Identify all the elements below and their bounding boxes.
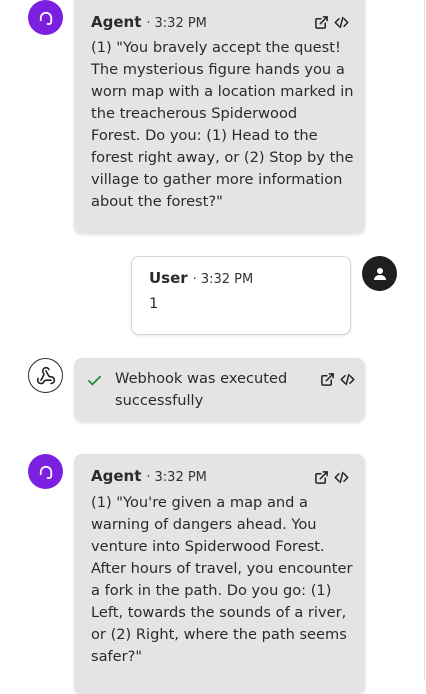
text-line: forest right away, or (2) Stop by the <box>91 149 354 166</box>
text-line: Webhook was executed <box>115 370 288 387</box>
text-line: safer?" <box>91 648 143 665</box>
text-line: village to gather more information <box>91 171 343 188</box>
external-link-icon[interactable] <box>314 470 329 485</box>
text-line: successfully <box>115 392 204 409</box>
separator-dot: · <box>146 16 151 31</box>
message-header: User · 3:32 PM <box>149 269 253 287</box>
agent-avatar <box>28 0 63 35</box>
message-tools <box>314 15 349 30</box>
text-line: Left, towards the sounds of a river, <box>91 604 347 621</box>
text-line: or (2) Right, where the path seems <box>91 626 347 643</box>
message-tools <box>314 470 349 485</box>
agent-avatar <box>28 454 63 489</box>
sender-name: Agent <box>91 13 142 31</box>
text-line: a fork in the path. Do you go: (1) <box>91 582 332 599</box>
message-header: Agent · 3:32 PM <box>91 467 207 485</box>
text-line: warning of dangers ahead. You <box>91 516 317 533</box>
text-line: the treacherous Spiderwood <box>91 105 298 122</box>
code-icon[interactable] <box>334 470 349 485</box>
external-link-icon[interactable] <box>320 372 335 387</box>
text-line: venture into Spiderwood Forest. <box>91 538 325 555</box>
checkmark-icon <box>86 372 103 393</box>
right-border <box>424 0 425 680</box>
code-icon[interactable] <box>340 372 355 387</box>
timestamp: 3:32 PM <box>200 272 254 287</box>
message-text: (1) "You're given a map and a warning of… <box>91 492 353 668</box>
text-line: 1 <box>149 295 159 312</box>
text-line: The mysterious figure hands you a <box>91 61 345 78</box>
headset-icon <box>39 11 52 25</box>
text-line: (1) "You bravely accept the quest! <box>91 39 341 56</box>
user-avatar <box>362 256 397 291</box>
timestamp: 3:32 PM <box>154 470 207 485</box>
external-link-icon[interactable] <box>314 15 329 30</box>
user-message-bubble <box>131 256 351 335</box>
message-text: (1) "You bravely accept the quest! The m… <box>91 37 354 213</box>
text-line: about the forest?" <box>91 193 223 210</box>
separator-dot: · <box>146 470 151 485</box>
text-line: Forest. Do you: (1) Head to the <box>91 127 318 144</box>
text-line: After hours of travel, you encounter <box>91 560 353 577</box>
sender-name: User <box>149 269 188 287</box>
webhook-avatar <box>28 358 63 393</box>
text-line: worn map with a location marked in <box>91 83 354 100</box>
message-header: Agent · 3:32 PM <box>91 13 207 31</box>
headset-icon <box>39 465 52 479</box>
code-icon[interactable] <box>334 15 349 30</box>
text-line: (1) "You're given a map and a <box>91 494 308 511</box>
person-icon <box>373 267 386 280</box>
sender-name: Agent <box>91 467 142 485</box>
webhook-icon <box>36 366 55 384</box>
webhook-status-text: Webhook was executed successfully <box>115 368 287 412</box>
message-tools <box>320 372 355 387</box>
message-text: 1 <box>149 293 158 315</box>
timestamp: 3:32 PM <box>154 16 207 31</box>
separator-dot: · <box>192 272 197 287</box>
